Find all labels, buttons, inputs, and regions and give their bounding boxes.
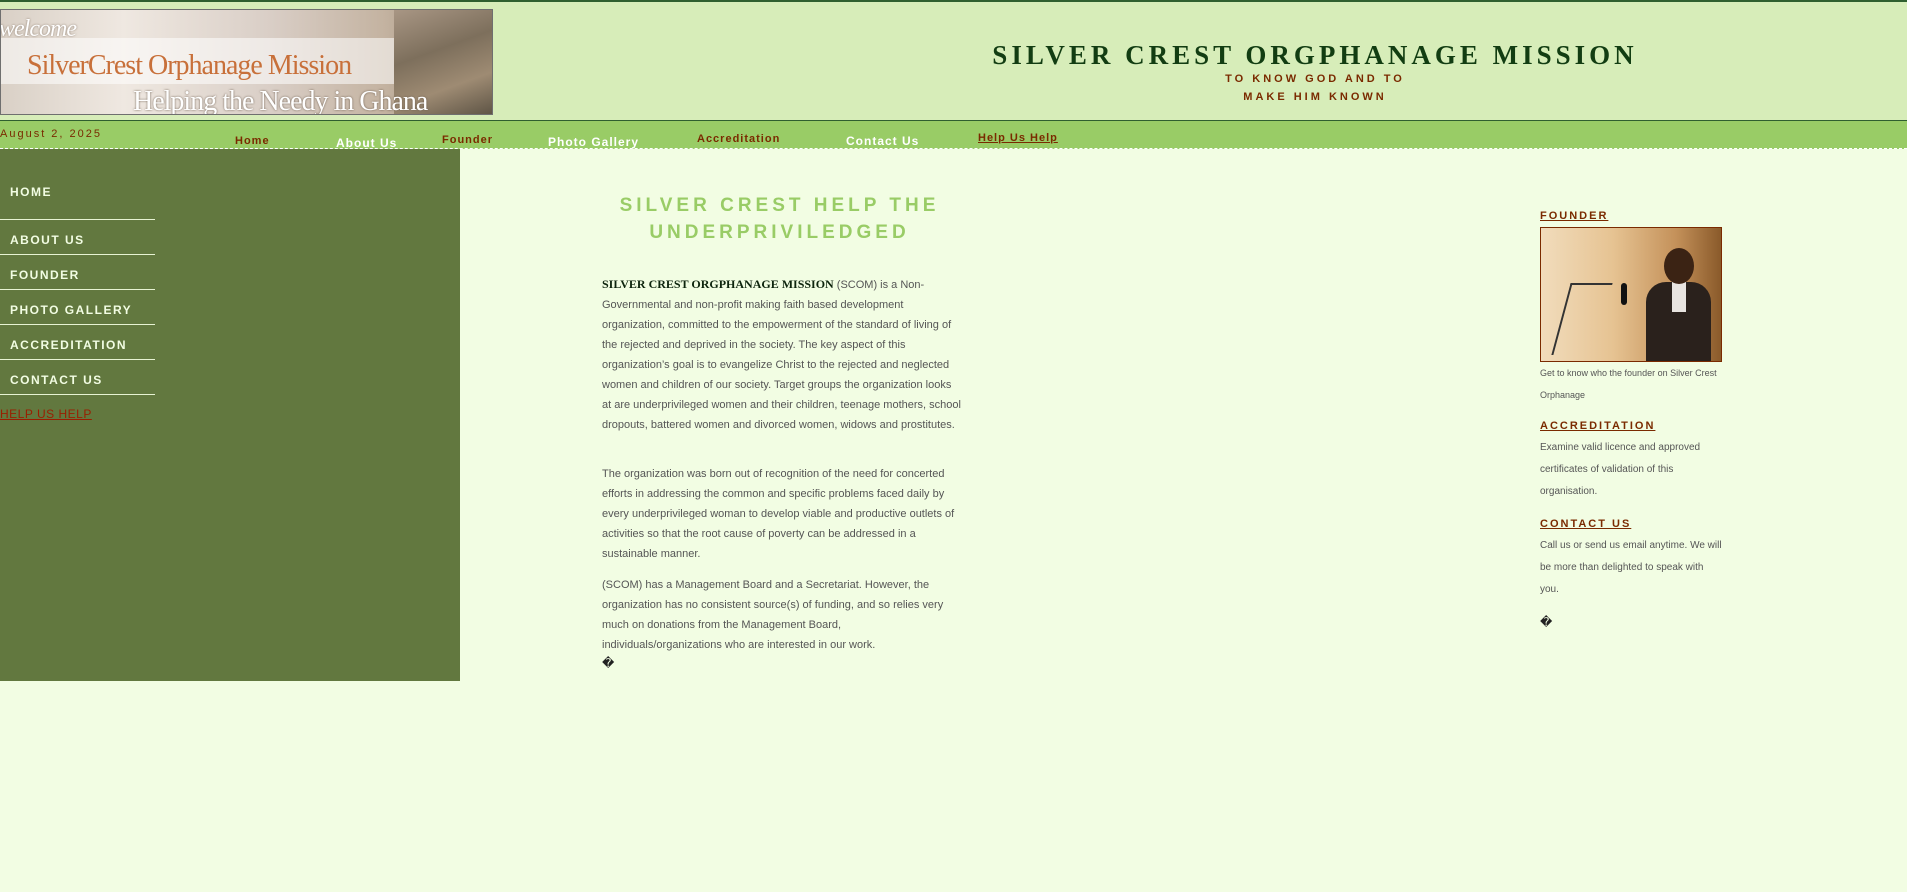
replacement-glyph-right: � [1540,615,1553,629]
nav-photo-gallery[interactable]: Photo Gallery [548,135,639,149]
tagline-line-1: TO KNOW GOD AND TO [1225,73,1405,85]
tagline-line-2: MAKE HIM KNOWN [1243,91,1387,103]
contact-text: Call us or send us email anytime. We wil… [1540,540,1722,595]
left-sidebar: HOME ABOUT US FOUNDER PHOTO GALLERY ACCR… [0,149,460,681]
sidebar-item-label: ABOUT US [10,233,85,247]
founder-head [1664,248,1694,284]
founder-shirt [1672,282,1686,312]
header-banner-image: welcome SilverCrest Orphanage Mission He… [0,9,493,115]
intro-paragraph: SILVER CREST ORGPHANAGE MISSION (SCOM) i… [602,274,962,435]
nav-home[interactable]: Home [235,135,270,147]
sidebar-item-founder[interactable]: FOUNDER [0,255,155,290]
current-date: August 2, 2025 [0,128,103,140]
sidebar-item-label: PHOTO GALLERY [10,303,133,317]
nav-accreditation[interactable]: Accreditation [697,133,780,145]
accreditation-link[interactable]: ACCREDITATION [1540,420,1655,432]
sidebar-item-label: CONTACT US [10,373,103,387]
nav-founder[interactable]: Founder [442,134,493,146]
sidebar-item-accreditation[interactable]: ACCREDITATION [0,325,155,360]
site-title: SILVER CREST ORGPHANAGE MISSION [992,40,1638,70]
founder-caption: Get to know who the founder on Silver Cr… [1540,368,1717,400]
org-name-lead: SILVER CREST ORGPHANAGE MISSION [602,277,834,291]
nav-help-us-help[interactable]: Help Us Help [978,132,1058,144]
nav-about-us[interactable]: About Us [336,136,397,150]
origin-paragraph: The organization was born out of recogni… [602,468,955,560]
lectern-stand [1551,283,1613,355]
sidebar-help-us-help-link[interactable]: HELP US HELP [0,407,92,421]
sidebar-item-contact-us[interactable]: CONTACT US [0,360,155,395]
founder-figure [1646,248,1711,361]
sidebar-divider-home [0,149,155,220]
banner-mission-text: SilverCrest Orphanage Mission [27,50,352,81]
contact-us-link[interactable]: CONTACT US [1540,518,1631,530]
sidebar-item-photo-gallery[interactable]: PHOTO GALLERY [0,290,155,325]
sidebar-item-about-us[interactable]: ABOUT US [0,220,155,255]
accreditation-text: Examine valid licence and approved certi… [1540,442,1701,497]
banner-welcome-text: welcome [0,16,77,42]
nav-contact-us[interactable]: Contact Us [846,134,919,148]
replacement-glyph: � [602,656,615,670]
sidebar-item-label: FOUNDER [10,268,80,282]
intro-paragraph-text: (SCOM) is a Non-Governmental and non-pro… [602,279,961,431]
banner-helping-text: Helping the Needy in Ghana [133,86,428,115]
funding-paragraph: (SCOM) has a Management Board and a Secr… [602,579,944,651]
founder-photo[interactable] [1540,227,1722,362]
main-heading: SILVER CREST HELP THE UNDERPRIVILEDGED [619,195,940,243]
site-header: welcome SilverCrest Orphanage Mission He… [0,0,1907,120]
top-nav-bar: August 2, 2025 Home About Us Founder Pho… [0,120,1907,150]
sidebar-item-label: ACCREDITATION [10,338,128,352]
microphone-icon [1621,283,1627,305]
founder-link[interactable]: FOUNDER [1540,210,1608,222]
